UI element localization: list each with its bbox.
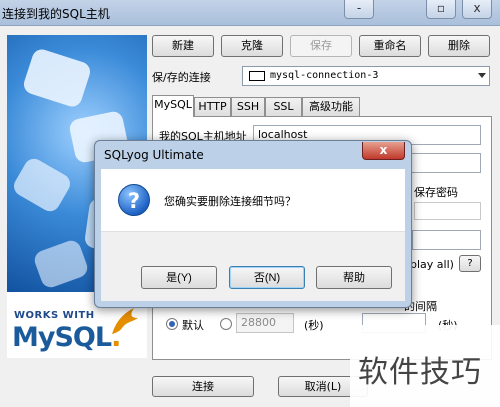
dialog-button-bar: 是(Y) 否(N) 帮助 [101,231,405,301]
puzzle-piece-shape [21,46,93,110]
watermark: 软件技巧 [350,325,500,407]
works-with-text: WORKS WITH [14,310,95,321]
dialog-message: 您确实要删除连接细节吗？ [164,195,296,208]
play-all-text: play all) [410,258,454,271]
dialog-title: SQLyog Ultimate [104,148,204,162]
tab-mysql[interactable]: MySQL [152,95,194,117]
password-field-edge[interactable] [414,202,481,220]
tab-http[interactable]: HTTP [194,97,231,116]
default-label: 默认 [182,319,204,332]
saved-connection-value: mysql-connection-3 [270,70,379,81]
mysql-wordmark: MySQL. [12,322,121,353]
maximize-button[interactable]: ▫ [426,0,456,19]
timeout-input[interactable]: 28800 [236,313,294,333]
delete-button[interactable]: 删除 [428,35,490,57]
default-radio[interactable] [166,318,178,330]
dialog-body: ? 您确实要删除连接细节吗？ [101,169,405,231]
question-icon: ? [118,184,150,216]
puzzle-piece-shape [31,237,91,291]
puzzle-piece-shape [10,155,74,215]
no-button[interactable]: 否(N) [229,266,305,289]
help-button-small[interactable]: ? [459,255,481,272]
seconds-label: (秒) [304,319,324,332]
save-password-label: 保存密码 [414,186,458,199]
new-button[interactable]: 新建 [152,35,214,57]
dolphin-icon [112,308,138,334]
close-button[interactable]: x [462,0,492,19]
watermark-text: 软件技巧 [358,355,482,390]
confirm-dialog[interactable]: SQLyog Ultimate x ? 您确实要删除连接细节吗？ 是(Y) 否(… [94,140,412,308]
mysql-wordmark-text: MySQL [12,322,112,353]
window-title: 连接到我的SQL主机 [2,7,110,21]
connect-button[interactable]: 连接 [152,376,254,397]
help-button[interactable]: 帮助 [316,266,392,289]
chevron-down-icon[interactable] [478,73,486,78]
tab-ssh[interactable]: SSH [231,97,265,116]
connection-color-swatch [249,71,265,81]
clone-button[interactable]: 克隆 [221,35,283,57]
rename-button[interactable]: 重命名 [359,35,421,57]
save-button[interactable]: 保存 [290,35,352,57]
yes-button[interactable]: 是(Y) [141,266,217,289]
custom-radio[interactable] [220,318,232,330]
tab-advanced[interactable]: 高级功能 [302,97,360,116]
window-titlebar[interactable]: 连接到我的SQL主机 - ▫ x [0,0,500,26]
port-input[interactable] [412,230,481,250]
minimize-button[interactable]: - [344,0,374,19]
dialog-close-button[interactable]: x [362,142,405,160]
tab-ssl[interactable]: SSL [265,97,302,116]
saved-connection-label: 保/存的连接 [152,71,211,84]
saved-connection-select[interactable]: mysql-connection-3 [242,66,490,86]
